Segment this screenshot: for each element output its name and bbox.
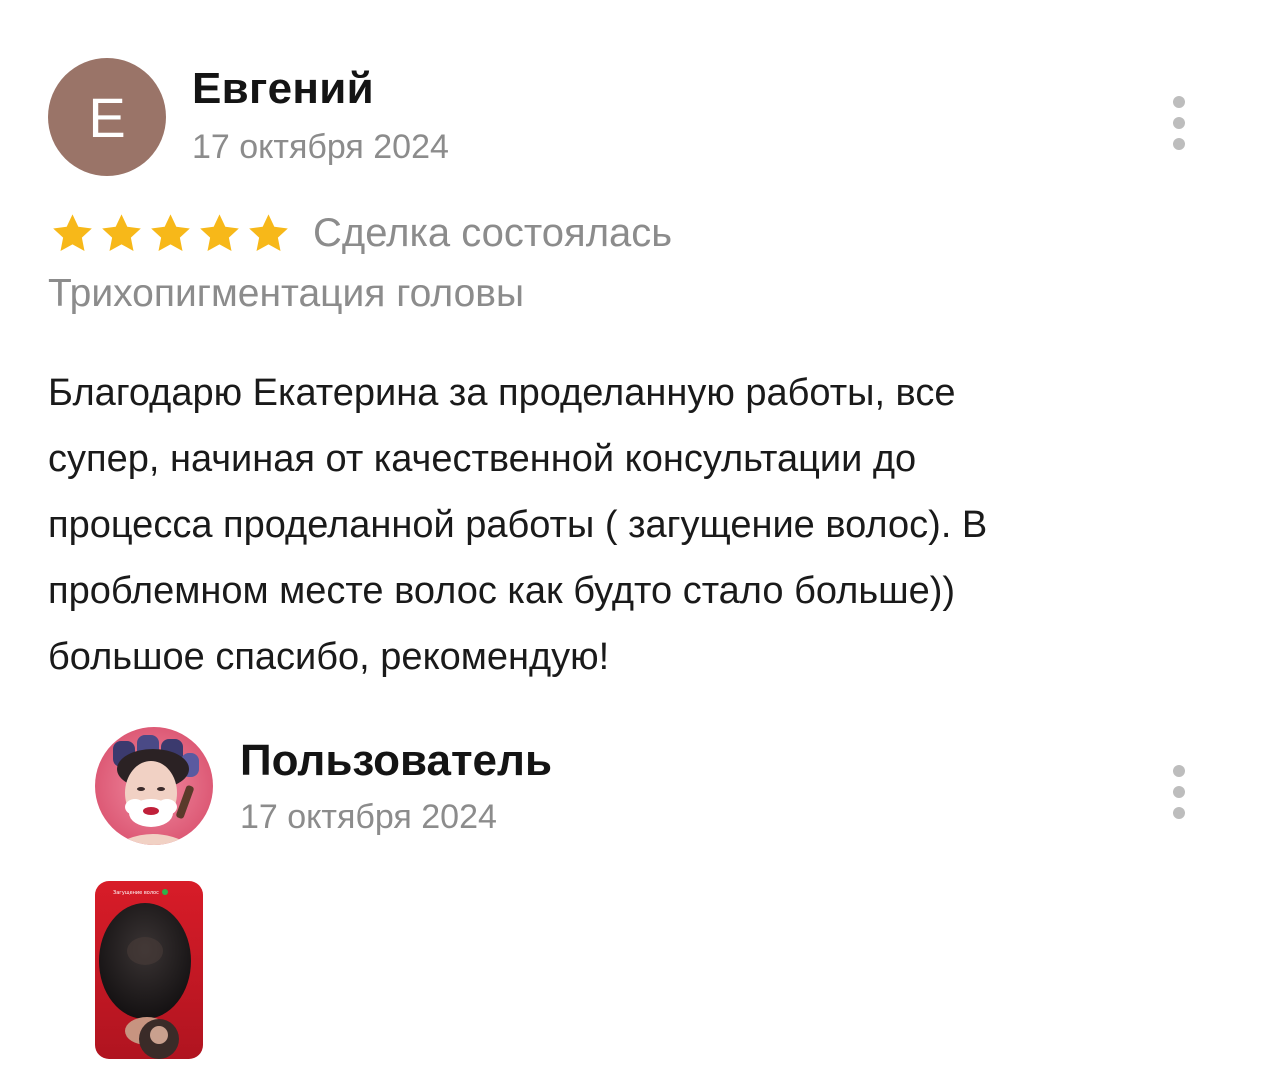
review-date: 17 октября 2024 xyxy=(192,128,449,166)
deal-status: Сделка состоялась xyxy=(313,210,673,255)
reply-author-name[interactable]: Пользователь xyxy=(240,736,552,786)
reply-date: 17 октября 2024 xyxy=(240,798,497,836)
reply-more-button[interactable] xyxy=(1164,765,1194,819)
more-vertical-icon xyxy=(1173,96,1185,108)
reply-author-avatar[interactable] xyxy=(95,727,213,845)
star-icon xyxy=(249,213,288,251)
star-icon xyxy=(53,213,92,251)
reply-photo-attachment[interactable]: Загущение волос xyxy=(95,881,203,1059)
star-icon xyxy=(102,213,141,251)
reply-avatar-image xyxy=(95,727,213,845)
review-text: Благодарю Екатерина за проделанную работ… xyxy=(48,372,988,678)
star-icon xyxy=(200,213,239,251)
author-name[interactable]: Евгений xyxy=(192,64,374,114)
star-icon xyxy=(151,213,190,251)
attachment-caption: Загущение волос xyxy=(113,890,159,896)
service-name: Трихопигментация головы xyxy=(48,272,525,315)
review-card: Е Евгений 17 октября 2024 Сделка состоял… xyxy=(0,0,1280,1085)
author-initial: Е xyxy=(88,85,126,149)
rating-row: Сделка состоялась xyxy=(50,208,672,258)
attachment-thumbnail: Загущение волос xyxy=(95,881,203,1059)
author-avatar[interactable]: Е xyxy=(48,58,166,176)
star-rating xyxy=(50,211,291,256)
review-more-button[interactable] xyxy=(1164,96,1194,150)
more-vertical-icon xyxy=(1173,765,1185,777)
